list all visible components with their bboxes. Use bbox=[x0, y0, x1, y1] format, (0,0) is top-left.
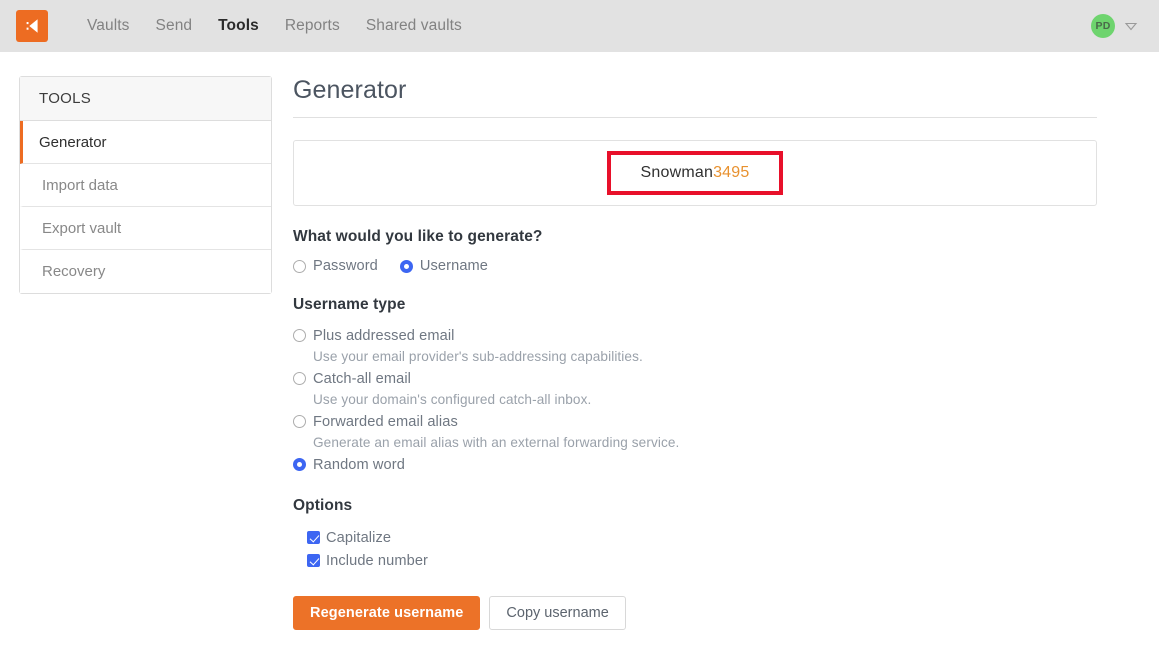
username-type-description: Generate an email alias with an external… bbox=[313, 435, 680, 450]
radio-random-word[interactable]: Random word bbox=[293, 454, 1097, 475]
radio-catch-all-email[interactable]: Catch-all email bbox=[293, 368, 1097, 389]
copy-username-button[interactable]: Copy username bbox=[489, 596, 626, 630]
action-button-row: Regenerate username Copy username bbox=[293, 596, 1097, 630]
nav-link-shared-vaults[interactable]: Shared vaults bbox=[353, 0, 475, 52]
avatar[interactable]: PD bbox=[1091, 14, 1115, 38]
radio-forwarded-email-alias[interactable]: Forwarded email alias bbox=[293, 411, 1097, 432]
username-type-title: Username type bbox=[293, 296, 406, 313]
nav-link-send[interactable]: Send bbox=[143, 0, 206, 52]
generate-type-section: What would you like to generate? Passwor… bbox=[293, 228, 1097, 274]
generated-username-box[interactable]: Snowman3495 bbox=[293, 140, 1097, 206]
generated-username-value: Snowman3495 bbox=[641, 164, 750, 182]
tools-sidebar: TOOLS Generator Import data Export vault… bbox=[19, 76, 272, 294]
checkbox-mark-icon[interactable] bbox=[307, 554, 320, 567]
checkbox-include-number[interactable]: Include number bbox=[307, 549, 1097, 572]
top-navigation-bar: Vaults Send Tools Reports Shared vaults … bbox=[0, 0, 1159, 52]
checkbox-capitalize[interactable]: Capitalize bbox=[307, 526, 1097, 549]
generated-username-word: Snowman bbox=[640, 164, 714, 181]
radio-label: Plus addressed email bbox=[313, 327, 455, 344]
sidebar-item-import-data[interactable]: Import data bbox=[20, 164, 271, 207]
radio-mark-icon[interactable] bbox=[293, 329, 306, 342]
page-title: Generator bbox=[293, 76, 1097, 118]
radio-label: Random word bbox=[313, 456, 405, 473]
sidebar-item-label: Generator bbox=[39, 133, 107, 151]
sidebar-item-generator[interactable]: Generator bbox=[20, 121, 271, 164]
options-title: Options bbox=[293, 497, 353, 514]
generated-username-highlight: Snowman3495 bbox=[606, 151, 784, 195]
options-checkbox-group: Capitalize Include number bbox=[307, 526, 1097, 572]
sidebar-item-label: Import data bbox=[42, 176, 118, 194]
checkbox-label: Include number bbox=[326, 552, 428, 569]
sidebar-item-export-vault[interactable]: Export vault bbox=[20, 207, 271, 250]
chevron-down-icon[interactable] bbox=[1123, 18, 1139, 34]
sidebar-header: TOOLS bbox=[20, 77, 271, 121]
page-body: TOOLS Generator Import data Export vault… bbox=[0, 52, 1159, 670]
username-type-description: Use your domain's configured catch-all i… bbox=[313, 392, 592, 407]
nav-link-reports[interactable]: Reports bbox=[272, 0, 353, 52]
radio-label: Username bbox=[419, 258, 489, 274]
radio-plus-addressed-email[interactable]: Plus addressed email bbox=[293, 325, 1097, 346]
username-type-random-word[interactable]: Random word bbox=[293, 454, 1097, 475]
primary-nav-links: Vaults Send Tools Reports Shared vaults bbox=[74, 0, 475, 52]
account-menu[interactable]: PD bbox=[1091, 0, 1139, 52]
username-type-plus-addressed-email[interactable]: Plus addressed email Use your email prov… bbox=[293, 325, 1097, 368]
generated-username-digits: 3495 bbox=[713, 164, 750, 181]
radio-username[interactable]: Username bbox=[399, 258, 489, 274]
sidebar-item-label: Export vault bbox=[42, 219, 122, 237]
radio-mark-icon[interactable] bbox=[293, 415, 306, 428]
checkbox-mark-icon[interactable] bbox=[307, 531, 320, 544]
radio-mark-icon[interactable] bbox=[293, 259, 306, 273]
options-section: Options Capitalize Include number bbox=[293, 497, 1097, 572]
generate-question-title: What would you like to generate? bbox=[293, 228, 543, 245]
username-type-section: Username type Plus addressed email Use y… bbox=[293, 296, 1097, 475]
username-type-radio-group: Plus addressed email Use your email prov… bbox=[293, 325, 1097, 475]
radio-label: Forwarded email alias bbox=[313, 413, 458, 430]
radio-mark-icon[interactable] bbox=[293, 458, 306, 471]
regenerate-username-button[interactable]: Regenerate username bbox=[293, 596, 481, 630]
radio-label: Catch-all email bbox=[313, 370, 412, 387]
username-type-description: Use your email provider's sub-addressing… bbox=[313, 349, 643, 364]
radio-label: Password bbox=[313, 258, 378, 274]
radio-password[interactable]: Password bbox=[293, 258, 378, 274]
nav-link-vaults[interactable]: Vaults bbox=[74, 0, 143, 52]
checkbox-label: Capitalize bbox=[326, 529, 392, 546]
radio-mark-icon[interactable] bbox=[293, 372, 306, 385]
bitwarden-shield-logo-icon[interactable] bbox=[16, 10, 48, 42]
generate-type-radio-group: Password Username bbox=[293, 258, 1097, 274]
radio-mark-icon[interactable] bbox=[399, 259, 413, 273]
nav-link-tools[interactable]: Tools bbox=[205, 0, 272, 52]
generator-main-content: Generator Snowman3495 What would you lik… bbox=[293, 76, 1097, 630]
sidebar-item-recovery[interactable]: Recovery bbox=[20, 250, 271, 293]
sidebar-item-label: Recovery bbox=[42, 263, 106, 280]
username-type-forwarded-email-alias[interactable]: Forwarded email alias Generate an email … bbox=[293, 411, 1097, 454]
username-type-catch-all-email[interactable]: Catch-all email Use your domain's config… bbox=[293, 368, 1097, 411]
